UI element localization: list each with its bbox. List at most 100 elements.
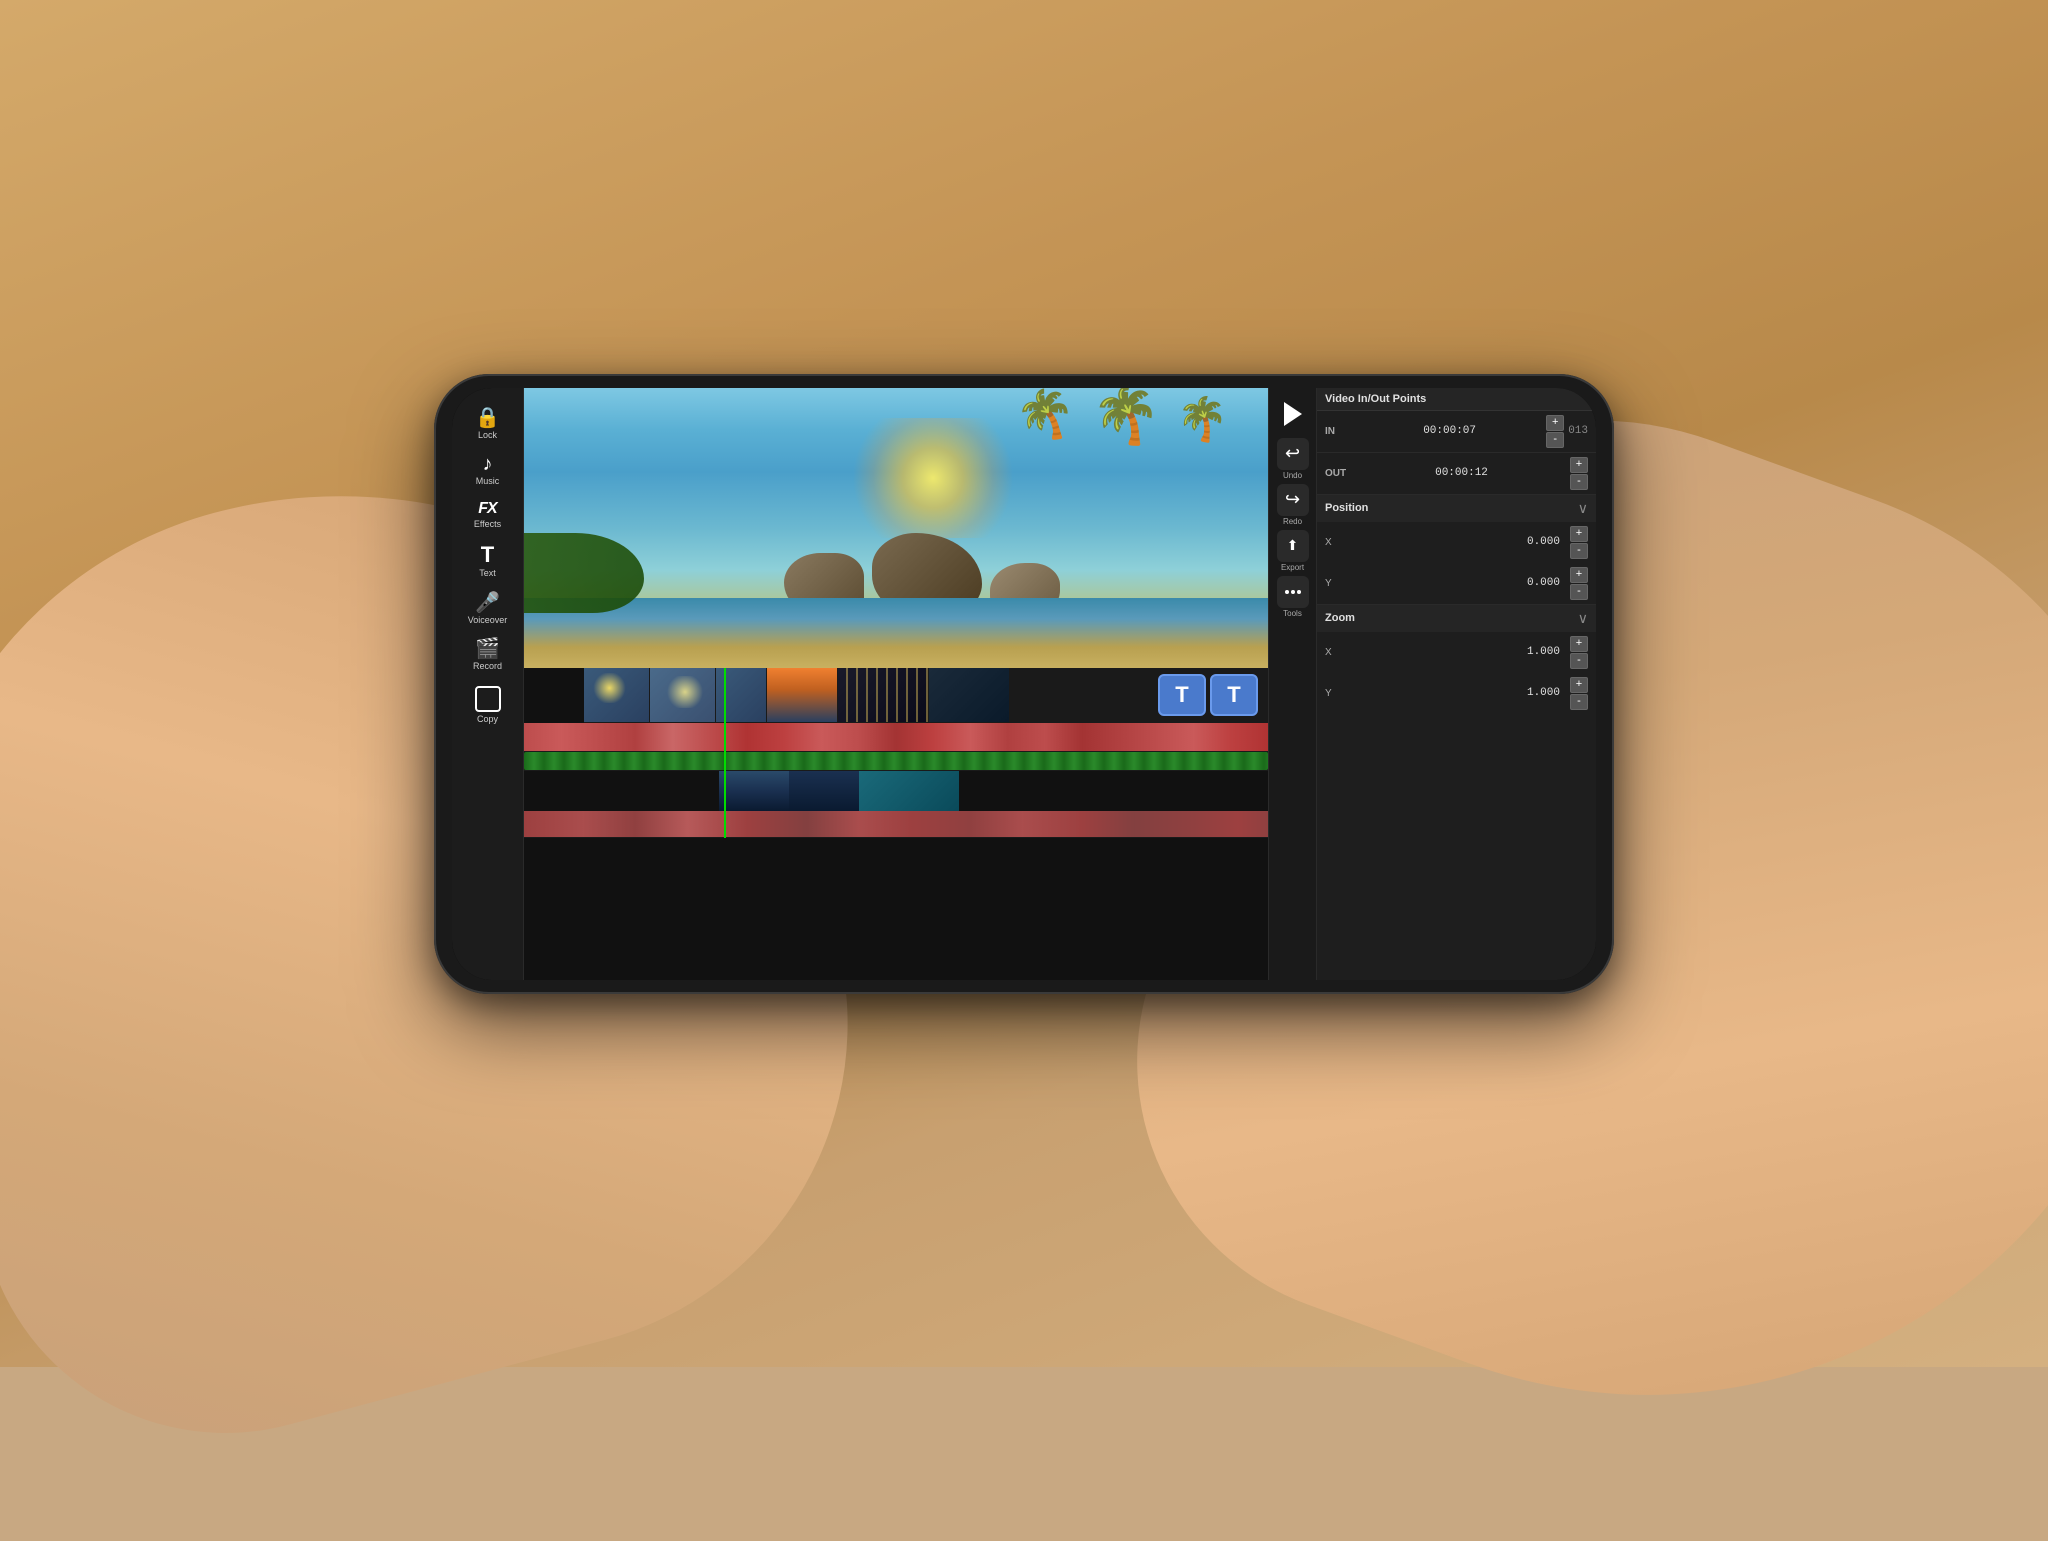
pos-x-btns: + -	[1570, 526, 1588, 559]
playhead[interactable]	[724, 668, 726, 838]
pos-x-minus-btn[interactable]: -	[1570, 543, 1588, 559]
lights-effect	[838, 668, 928, 722]
audio-track-1	[524, 723, 1268, 751]
sidebar-label-effects: Effects	[474, 519, 501, 530]
inout-title: Video In/Out Points	[1325, 393, 1426, 405]
title-blocks: T T	[1158, 674, 1258, 716]
green-track	[524, 752, 1268, 770]
right-panel: Video In/Out Points IN 00:00:07 + - 013 …	[1316, 388, 1596, 980]
zoom-x-value: 1.000	[1345, 646, 1566, 658]
in-minus-btn[interactable]: -	[1546, 432, 1564, 448]
out-btn-group: + -	[1570, 457, 1588, 490]
out-minus-btn[interactable]: -	[1570, 474, 1588, 490]
in-point-row: IN 00:00:07 + - 013	[1317, 411, 1596, 453]
palm-leaves-3: 🌴	[1174, 402, 1229, 434]
pos-y-btns: + -	[1570, 567, 1588, 600]
record-icon: 🎬	[475, 639, 500, 659]
out-point-row: OUT 00:00:12 + -	[1317, 453, 1596, 495]
copy-icon	[475, 686, 501, 712]
zoom-header: Zoom ∨	[1317, 605, 1596, 632]
voiceover-icon: 🎤	[475, 593, 500, 613]
pos-x-value: 0.000	[1345, 536, 1566, 548]
tools-button[interactable]: Tools	[1277, 576, 1309, 618]
zoom-y-value: 1.000	[1345, 687, 1566, 699]
video-thumb-1	[584, 668, 649, 722]
play-button[interactable]	[1275, 396, 1311, 432]
in-plus-btn[interactable]: +	[1546, 415, 1564, 431]
tools-label: Tools	[1283, 609, 1302, 618]
pos-x-label: X	[1325, 537, 1341, 548]
waveform-pattern-2	[524, 811, 1268, 837]
sec-thumb-3	[859, 771, 959, 811]
export-button[interactable]: ⬆ Export	[1277, 530, 1309, 572]
redo-button[interactable]: ↪ Redo	[1277, 484, 1309, 526]
export-icon: ⬆	[1277, 530, 1309, 562]
pos-x-row: X 0.000 + -	[1317, 522, 1596, 563]
video-thumb-2	[650, 668, 715, 722]
zoom-y-plus-btn[interactable]: +	[1570, 677, 1588, 693]
panel-section-inout: Video In/Out Points	[1317, 388, 1596, 411]
sidebar-label-copy: Copy	[477, 714, 498, 725]
redo-icon: ↪	[1277, 484, 1309, 516]
text-icon: T	[481, 544, 494, 566]
main-video-track: T T	[524, 668, 1268, 723]
position-title: Position	[1325, 502, 1368, 514]
beach-water	[524, 598, 1268, 668]
undo-button[interactable]: ↩ Undo	[1277, 438, 1309, 480]
position-section: Position ∨ X 0.000 + - Y 0.000	[1317, 495, 1596, 605]
in-label: IN	[1325, 426, 1353, 437]
video-preview: 🌴 🌴 🌴	[524, 388, 1268, 668]
zoom-x-label: X	[1325, 647, 1341, 658]
play-icon	[1284, 402, 1302, 426]
light-flare-2	[665, 676, 705, 708]
sidebar-label-voiceover: Voiceover	[468, 615, 508, 626]
dot-2	[1291, 590, 1295, 594]
zoom-x-plus-btn[interactable]: +	[1570, 636, 1588, 652]
phone-device: 🔒 Lock ♪ Music FX Effects T Text 🎤 Voice…	[434, 374, 1614, 994]
zoom-x-row: X 1.000 + -	[1317, 632, 1596, 673]
pos-y-value: 0.000	[1345, 577, 1566, 589]
sidebar-item-copy[interactable]: Copy	[457, 678, 519, 729]
zoom-x-minus-btn[interactable]: -	[1570, 653, 1588, 669]
pos-y-row: Y 0.000 + -	[1317, 563, 1596, 604]
pos-y-minus-btn[interactable]: -	[1570, 584, 1588, 600]
sidebar-label-record: Record	[473, 661, 502, 672]
in-timecode: 00:00:07	[1357, 425, 1542, 437]
phone-screen: 🔒 Lock ♪ Music FX Effects T Text 🎤 Voice…	[452, 388, 1596, 980]
title-block-1[interactable]: T	[1158, 674, 1206, 716]
palm-3: 🌴	[1176, 406, 1228, 431]
sec-thumb-2	[789, 771, 859, 811]
sidebar-item-voiceover[interactable]: 🎤 Voiceover	[457, 585, 519, 630]
redo-label: Redo	[1283, 517, 1302, 526]
zoom-expand-btn[interactable]: ∨	[1578, 610, 1588, 627]
sidebar-label-music: Music	[476, 476, 500, 487]
music-icon: ♪	[483, 454, 493, 474]
sidebar-item-effects[interactable]: FX Effects	[457, 493, 519, 534]
waveform-pattern-1	[524, 723, 1268, 751]
middle-controls: ↩ Undo ↪ Redo ⬆ Export Tools	[1268, 388, 1316, 980]
main-content: 🌴 🌴 🌴	[524, 388, 1268, 980]
zoom-y-minus-btn[interactable]: -	[1570, 694, 1588, 710]
sidebar-item-lock[interactable]: 🔒 Lock	[457, 400, 519, 445]
video-thumb-6	[929, 668, 1009, 722]
in-btn-group: + -	[1546, 415, 1564, 448]
secondary-empty	[524, 771, 719, 811]
lock-icon: 🔒	[475, 408, 500, 428]
palm-leaves-1: 🌴	[1014, 397, 1078, 436]
pos-x-plus-btn[interactable]: +	[1570, 526, 1588, 542]
sidebar-item-text[interactable]: T Text	[457, 536, 519, 583]
light-flare-1	[592, 673, 627, 703]
pos-y-plus-btn[interactable]: +	[1570, 567, 1588, 583]
sidebar-item-music[interactable]: ♪ Music	[457, 446, 519, 491]
sidebar-item-record[interactable]: 🎬 Record	[457, 631, 519, 676]
timeline[interactable]: T T	[524, 668, 1268, 838]
out-plus-btn[interactable]: +	[1570, 457, 1588, 473]
zoom-y-label: Y	[1325, 688, 1341, 699]
track-empty-start	[524, 668, 584, 723]
title-block-2[interactable]: T	[1210, 674, 1258, 716]
position-expand-btn[interactable]: ∨	[1578, 500, 1588, 517]
secondary-video-track	[524, 771, 1268, 811]
sec-thumb-1	[719, 771, 789, 811]
palm-2: 🌴	[1091, 398, 1161, 432]
dot-1	[1285, 590, 1289, 594]
